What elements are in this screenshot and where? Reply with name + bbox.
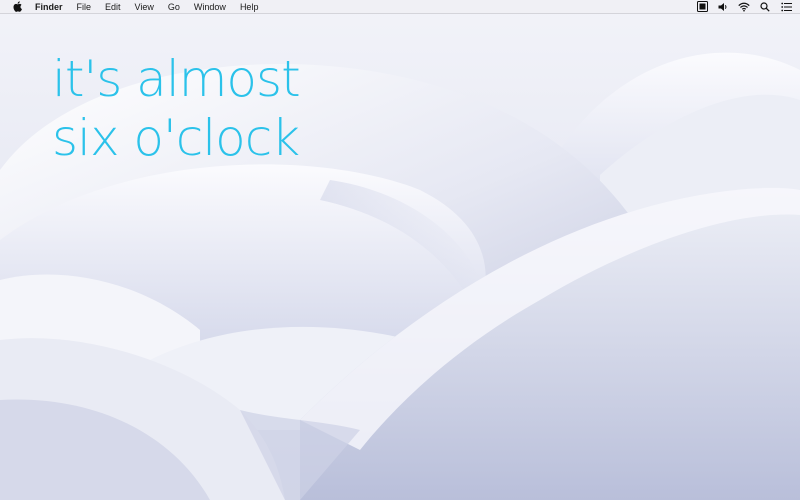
clock-line-2: six o'clock (52, 109, 300, 167)
screen-icon[interactable] (696, 1, 708, 13)
menu-view[interactable]: View (128, 0, 161, 14)
menu-finder[interactable]: Finder (28, 0, 70, 14)
menu-edit[interactable]: Edit (98, 0, 128, 14)
menu-bar: Finder File Edit View Go Window Help (0, 0, 800, 14)
clock-line-1: it's almost (52, 50, 301, 108)
menu-file[interactable]: File (70, 0, 99, 14)
search-icon[interactable] (759, 1, 771, 13)
volume-icon[interactable] (717, 1, 729, 13)
clock-message: it's almost six o'clock (52, 50, 301, 168)
desktop[interactable]: Finder File Edit View Go Window Help it'… (0, 0, 800, 500)
menu-window[interactable]: Window (187, 0, 233, 14)
menu-bar-status (696, 0, 800, 14)
menu-bar-left: Finder File Edit View Go Window Help (0, 0, 265, 14)
menu-go[interactable]: Go (161, 0, 187, 14)
apple-logo-icon[interactable] (12, 1, 22, 13)
wifi-icon[interactable] (738, 1, 750, 13)
menu-help[interactable]: Help (233, 0, 266, 14)
list-icon[interactable] (780, 1, 792, 13)
